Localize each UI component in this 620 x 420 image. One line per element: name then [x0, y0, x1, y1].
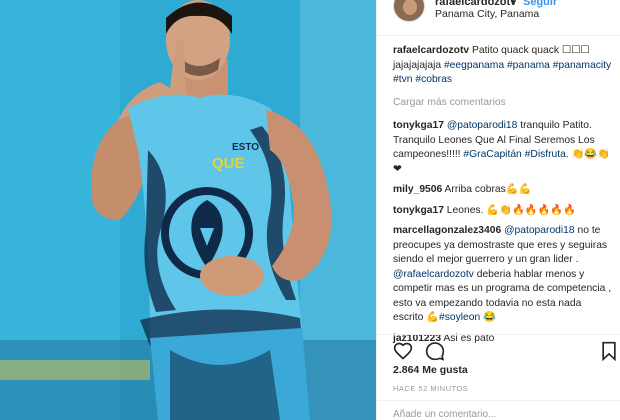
jersey-logo: QUE [212, 155, 245, 172]
header-separator: • [511, 0, 515, 8]
comments-panel: rafaelcardozotv • Seguir Panama City, Pa… [376, 0, 620, 420]
comment-item: tonykga17 @patoparodi18 tranquilo Patito… [393, 119, 613, 177]
hashtag[interactable]: #panama [507, 60, 550, 71]
comments-list: rafaelcardozotv Patito quack quack ☐☐☐ j… [393, 44, 613, 352]
hashtag[interactable]: #soyleon [439, 312, 480, 323]
hashtag[interactable]: #tvn [393, 74, 412, 85]
location-link[interactable]: Panama City, Panama [435, 8, 539, 20]
hashtag[interactable]: #panamacity [553, 60, 611, 71]
post-photo[interactable]: ESTO QUE [0, 0, 376, 420]
hashtag[interactable]: #GraCapitán [463, 149, 521, 160]
jersey-text-1: ESTO [232, 142, 259, 153]
mention[interactable]: @rafaelcardozotv [393, 269, 474, 280]
comment-username[interactable]: mily_9506 [393, 184, 442, 195]
caption-username[interactable]: rafaelcardozotv [393, 45, 469, 56]
comment-username[interactable]: marcellagonzalez3406 [393, 225, 501, 236]
comment-emoji: 😂 [480, 312, 496, 323]
comment-text: Arriba cobras💪💪 [442, 184, 532, 195]
heart-icon[interactable] [393, 341, 413, 361]
post-timestamp: HACE 52 MINUTOS [393, 384, 469, 393]
mention[interactable]: @patoparodi18 [504, 225, 575, 236]
caption: rafaelcardozotv Patito quack quack ☐☐☐ j… [393, 44, 613, 88]
action-bar [377, 334, 620, 364]
comment-username[interactable]: tonykga17 [393, 120, 444, 131]
add-comment-bar [377, 400, 620, 420]
comment-item: tonykga17 Leones. 💪👏🔥🔥🔥🔥🔥 [393, 204, 613, 219]
likes-count[interactable]: 2.864 Me gusta [393, 364, 468, 376]
header-username[interactable]: rafaelcardozotv [435, 0, 516, 8]
comment-icon[interactable] [425, 341, 445, 361]
load-more-comments[interactable]: Cargar más comentarios [393, 96, 613, 111]
comment-text: Leones. 💪👏🔥🔥🔥🔥🔥 [443, 204, 577, 216]
hashtag[interactable]: #eegpanama [444, 60, 504, 71]
comment-item: mily_9506 Arriba cobras💪💪 [393, 183, 613, 198]
comment-item: marcellagonzalez3406 @patoparodi18 no te… [393, 224, 613, 326]
bookmark-icon[interactable] [599, 341, 619, 362]
mention[interactable]: @patoparodi18 [447, 120, 518, 131]
post-header: rafaelcardozotv • Seguir Panama City, Pa… [377, 0, 620, 36]
hashtag[interactable]: #cobras [415, 74, 452, 85]
follow-button[interactable]: Seguir [523, 0, 557, 8]
avatar[interactable] [393, 0, 425, 22]
comment-username[interactable]: tonykga17 [393, 205, 444, 216]
hashtag[interactable]: #Disfruta [525, 149, 566, 160]
add-comment-input[interactable] [393, 407, 593, 420]
photo-illustration: ESTO QUE [0, 0, 376, 420]
